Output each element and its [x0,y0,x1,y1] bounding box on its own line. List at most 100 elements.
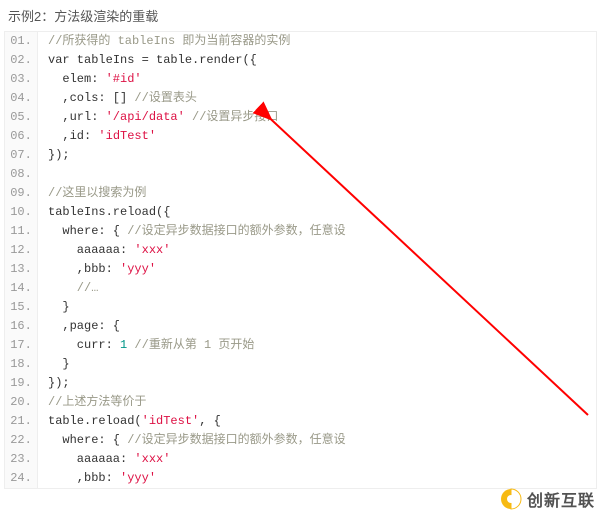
code-line: 21.table.reload('idTest', { [5,412,596,431]
code-token: 'yyy' [120,262,156,276]
code-token: 'xxx' [134,452,170,466]
code-source: } [38,355,70,374]
code-token: //所获得的 tableIns 即为当前容器的实例 [48,34,290,48]
code-source: //上述方法等价于 [38,393,146,412]
line-number: 09. [5,184,38,203]
line-number: 19. [5,374,38,393]
code-line: 04. ,cols: [] //设置表头 [5,89,596,108]
line-number: 06. [5,127,38,146]
watermark-text: 创新互联 [527,487,595,511]
code-source: tableIns.reload({ [38,203,170,222]
code-line: 07.}); [5,146,596,165]
code-token: ,id: [48,129,98,143]
line-number: 14. [5,279,38,298]
code-source: var tableIns = table.render({ [38,51,257,70]
code-token: }); [48,376,70,390]
code-line: 06. ,id: 'idTest' [5,127,596,146]
code-token: //重新从第 1 页开始 [134,338,254,352]
code-token: elem: [48,72,106,86]
code-token: , { [199,414,221,428]
code-source: aaaaaa: 'xxx' [38,241,170,260]
code-token [48,167,55,181]
code-source: //所获得的 tableIns 即为当前容器的实例 [38,32,290,51]
watermark: 创新互联 [499,487,595,511]
code-source: table.reload('idTest', { [38,412,221,431]
code-token: ,bbb: [48,471,120,485]
code-source: ,bbb: 'yyy' [38,469,156,488]
code-line: 22. where: { //设定异步数据接口的额外参数，任意设 [5,431,596,450]
code-token: //… [48,281,98,295]
code-source: //… [38,279,98,298]
code-line: 20. //上述方法等价于 [5,393,596,412]
code-source [38,165,55,184]
code-token: 'yyy' [120,471,156,485]
line-number: 13. [5,260,38,279]
code-token: ,cols: [] [48,91,134,105]
code-line: 08. [5,165,596,184]
code-source: } [38,298,70,317]
code-source: where: { //设定异步数据接口的额外参数，任意设 [38,431,346,450]
code-token: 'idTest' [98,129,156,143]
code-token: aaaaaa: [48,452,134,466]
code-source: }); [38,146,70,165]
line-number: 15. [5,298,38,317]
line-number: 11. [5,222,38,241]
code-line: 16. ,page: { [5,317,596,336]
code-source: //这里以搜索为例 [38,184,146,203]
code-token: 'xxx' [134,243,170,257]
code-line: 12. aaaaaa: 'xxx' [5,241,596,260]
code-token: tableIns = table.render({ [70,53,257,67]
line-number: 01. [5,32,38,51]
line-number: 02. [5,51,38,70]
code-line: 14. //… [5,279,596,298]
line-number: 20. [5,393,38,412]
code-source: elem: '#id' [38,70,142,89]
code-token [185,110,192,124]
code-token: '#id' [106,72,142,86]
code-source: ,page: { [38,317,120,336]
code-source: curr: 1 //重新从第 1 页开始 [38,336,254,355]
code-line: 01. //所获得的 tableIns 即为当前容器的实例 [5,32,596,51]
line-number: 10. [5,203,38,222]
code-token: where: { [48,433,127,447]
line-number: 21. [5,412,38,431]
code-line: 05. ,url: '/api/data' //设置异步接口 [5,108,596,127]
code-token: ,url: [48,110,106,124]
line-number: 05. [5,108,38,127]
code-line: 17. curr: 1 //重新从第 1 页开始 [5,336,596,355]
code-token: //设定异步数据接口的额外参数，任意设 [127,224,345,238]
code-block: 01.//所获得的 tableIns 即为当前容器的实例02.var table… [4,31,597,489]
code-token: //设定异步数据接口的额外参数，任意设 [127,433,345,447]
code-line: 02.var tableIns = table.render({ [5,51,596,70]
code-token: }); [48,148,70,162]
line-number: 03. [5,70,38,89]
example-title: 示例2：方法级渲染的重载 [0,0,601,31]
code-line: 19.}); [5,374,596,393]
line-number: 17. [5,336,38,355]
code-token: //这里以搜索为例 [48,186,146,200]
code-source: }); [38,374,70,393]
code-token: table.reload( [48,414,142,428]
code-token: ,page: { [48,319,120,333]
code-line: 11. where: { //设定异步数据接口的额外参数，任意设 [5,222,596,241]
code-token: //设置异步接口 [192,110,278,124]
code-token: //上述方法等价于 [48,395,146,409]
code-line: 09. //这里以搜索为例 [5,184,596,203]
code-token: ,bbb: [48,262,120,276]
code-source: ,cols: [] //设置表头 [38,89,197,108]
code-line: 03. elem: '#id' [5,70,596,89]
line-number: 16. [5,317,38,336]
line-number: 22. [5,431,38,450]
code-token: var [48,53,70,67]
line-number: 04. [5,89,38,108]
code-line: 13. ,bbb: 'yyy' [5,260,596,279]
line-number: 24. [5,469,38,488]
code-token: curr: [48,338,120,352]
code-token: tableIns.reload({ [48,205,170,219]
code-token: where: { [48,224,127,238]
code-source: ,url: '/api/data' //设置异步接口 [38,108,278,127]
line-number: 07. [5,146,38,165]
code-source: aaaaaa: 'xxx' [38,450,170,469]
watermark-c-icon [499,487,523,511]
code-token: } [48,357,70,371]
